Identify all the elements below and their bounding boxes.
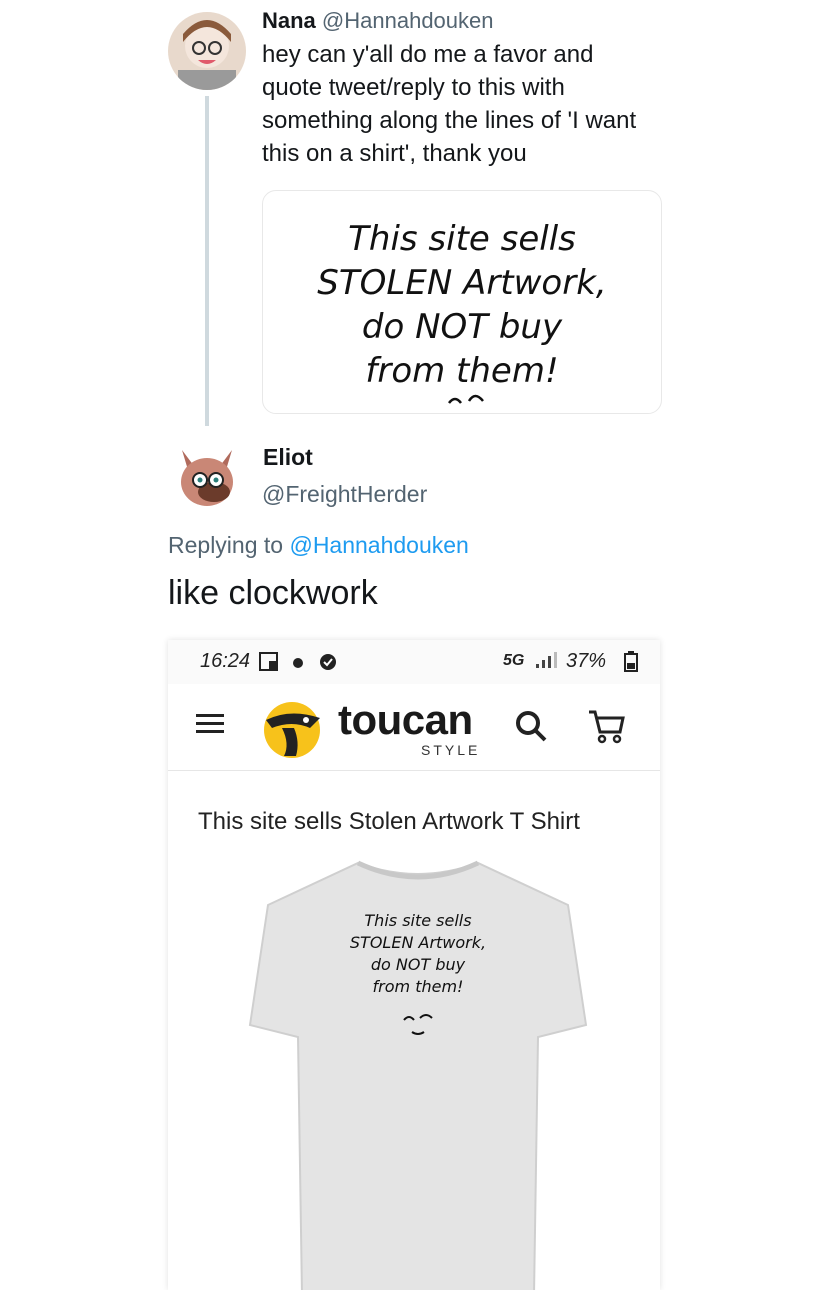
tweet2-handle[interactable]: @FreightHerder: [262, 479, 427, 509]
shirt-face-doodle-icon: [403, 1014, 433, 1035]
site-subtitle: STYLE: [421, 742, 481, 758]
tweet2-display-name[interactable]: Eliot: [263, 442, 313, 472]
replying-to-handle[interactable]: @Hannahdouken: [289, 532, 468, 558]
tweet1-display-name[interactable]: Nana: [262, 8, 316, 33]
shirt-print-line: from them!: [372, 977, 464, 996]
cart-icon[interactable]: [586, 706, 626, 746]
search-icon[interactable]: [513, 708, 549, 744]
shirt-print: This site sells STOLEN Artwork, do NOT b…: [328, 910, 508, 998]
site-header: toucan STYLE: [168, 684, 660, 771]
tweet1-text: hey can y'all do me a favor and quote tw…: [262, 38, 682, 170]
tweet1-header: Nana @Hannahdouken: [262, 6, 494, 36]
tweet1-text-line: something along the lines of 'I want: [262, 107, 637, 134]
image-handwriting-line: STOLEN Artwork,: [317, 263, 607, 303]
status-time: 16:24: [200, 650, 251, 672]
tweet1-handle[interactable]: @Hannahdouken: [322, 8, 494, 33]
toucan-logo-icon[interactable]: [260, 698, 332, 760]
tweet1-image[interactable]: This site sells STOLEN Artwork, do NOT b…: [262, 190, 662, 414]
site-name[interactable]: toucan: [338, 696, 473, 744]
menu-icon[interactable]: [196, 709, 224, 738]
battery-percent: 37%: [566, 650, 607, 672]
notification-icons: [259, 652, 336, 671]
nana-avatar[interactable]: [168, 12, 246, 90]
shirt-print-line: do NOT buy: [370, 955, 466, 974]
replying-to: Replying to @Hannahdouken: [168, 530, 469, 560]
tweet1-text-line: this on a shirt', thank you: [262, 140, 527, 167]
image-handwriting-line: from them!: [365, 351, 559, 391]
tweet1-text-line: quote tweet/reply to this with: [262, 74, 565, 101]
image-handwriting-line: This site sells: [348, 219, 576, 259]
tweet1-text-line: hey can y'all do me a favor and: [262, 41, 594, 68]
eliot-avatar[interactable]: [168, 440, 246, 518]
battery-icon: [624, 651, 638, 672]
thread-line: [205, 96, 209, 426]
replying-to-label: Replying to: [168, 532, 284, 558]
shirt-print-line: STOLEN Artwork,: [349, 933, 487, 952]
shirt-print-line: This site sells: [364, 911, 472, 930]
product-title: This site sells Stolen Artwork T Shirt: [198, 808, 580, 835]
face-doodle-icon: [448, 394, 484, 404]
network-label: 5G: [503, 652, 525, 669]
phone-screenshot[interactable]: 16:24 5G 37% toucan STYLE This site sell…: [168, 640, 660, 1290]
signal-icon: [536, 652, 557, 668]
status-bar: 16:24 5G 37%: [168, 640, 660, 684]
image-handwriting-line: do NOT buy: [361, 307, 563, 347]
tweet2-text: like clockwork: [168, 574, 378, 612]
